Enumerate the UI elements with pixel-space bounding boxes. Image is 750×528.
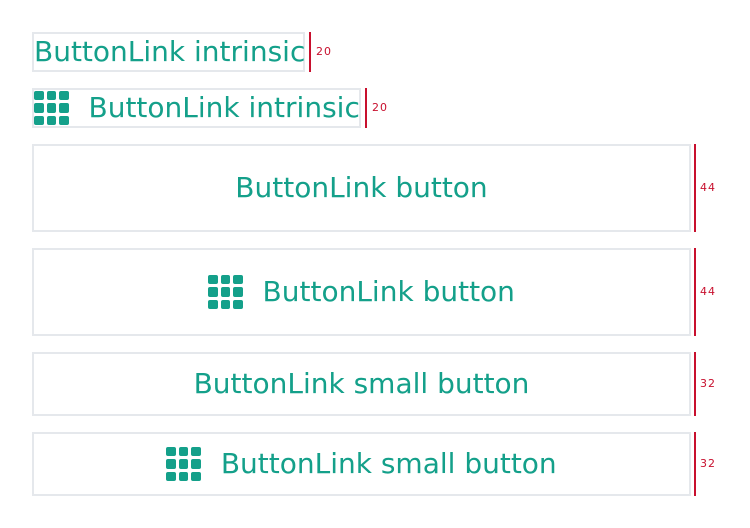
height-marker [309, 32, 311, 72]
height-marker-value: 44 [700, 181, 716, 194]
buttonlink-button-with-icon[interactable]: ButtonLink button [32, 248, 691, 336]
grid-icon [208, 274, 243, 310]
height-marker [694, 144, 696, 232]
height-marker [694, 248, 696, 336]
grid-icon [166, 446, 201, 482]
button-label: ButtonLink intrinsic [34, 35, 306, 68]
height-marker-value: 32 [700, 377, 716, 390]
height-marker [694, 352, 696, 416]
buttonlink-intrinsic-with-icon[interactable]: ButtonLink intrinsic [32, 88, 361, 128]
height-marker [694, 432, 696, 496]
height-marker-value: 20 [372, 101, 388, 114]
buttonlink-button[interactable]: ButtonLink button [32, 144, 691, 232]
button-label: ButtonLink small button [220, 447, 557, 480]
button-label: ButtonLink intrinsic [88, 91, 360, 124]
height-marker-value: 32 [700, 457, 716, 470]
height-marker-value: 44 [700, 285, 716, 298]
height-marker [365, 88, 367, 128]
buttonlink-small-button[interactable]: ButtonLink small button [32, 352, 691, 416]
grid-icon [34, 90, 69, 126]
height-marker-value: 20 [316, 45, 332, 58]
button-label: ButtonLink small button [193, 367, 530, 400]
button-label: ButtonLink button [262, 275, 515, 308]
buttonlink-intrinsic[interactable]: ButtonLink intrinsic [32, 32, 305, 72]
buttonlink-small-button-with-icon[interactable]: ButtonLink small button [32, 432, 691, 496]
button-label: ButtonLink button [235, 171, 488, 204]
